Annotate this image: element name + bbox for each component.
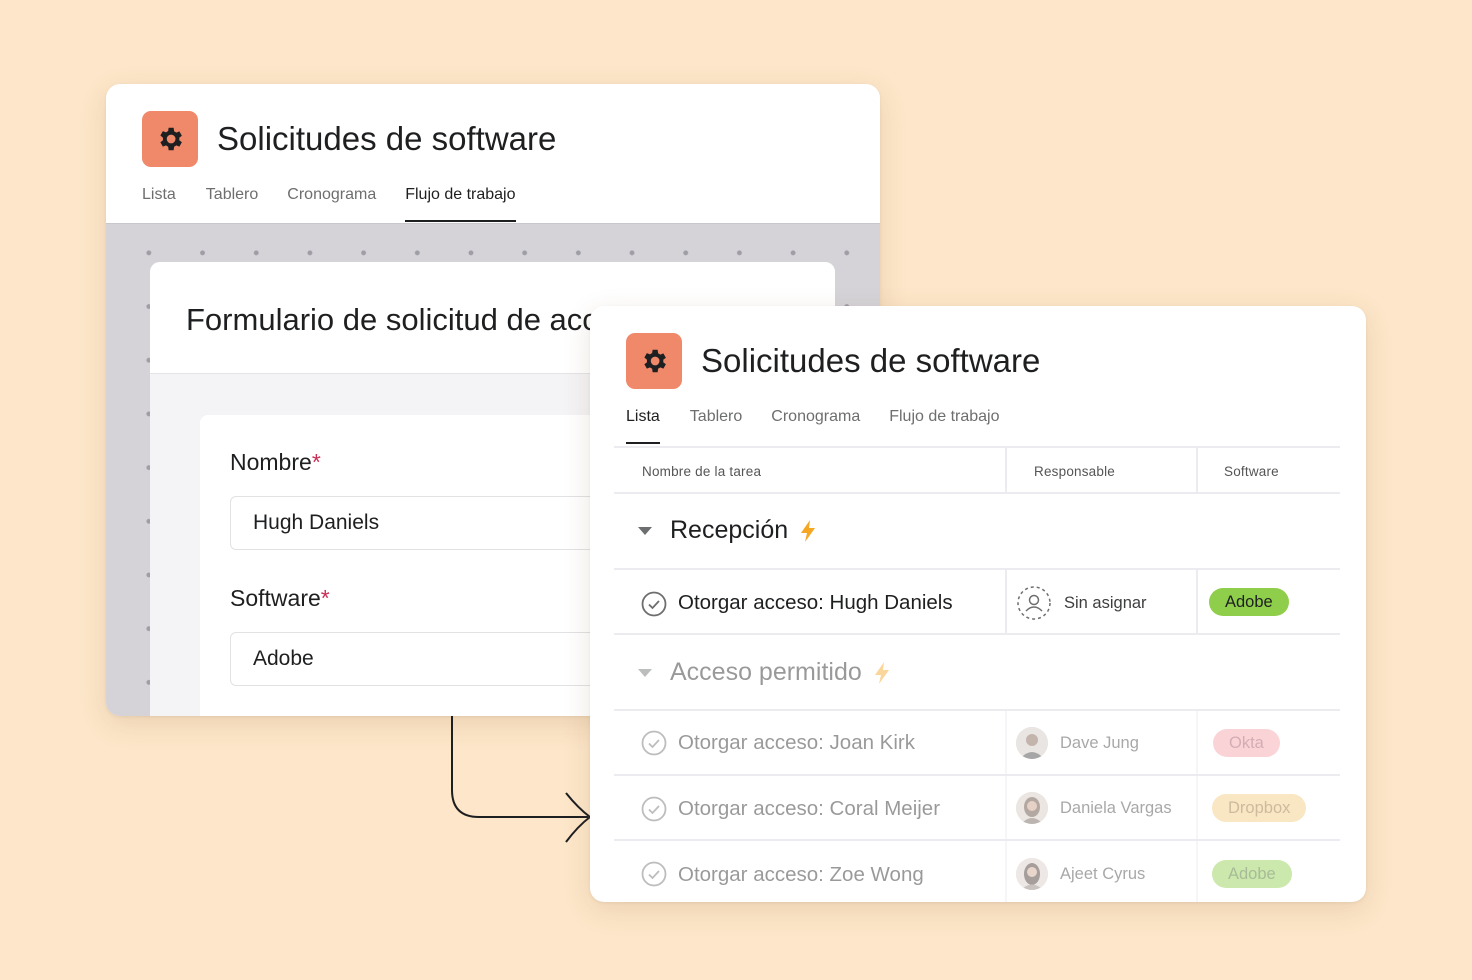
- row-divider: [614, 568, 1340, 570]
- chevron-down-icon[interactable]: [638, 526, 652, 535]
- software-tag[interactable]: Okta: [1213, 729, 1280, 757]
- assignee-name: Dave Jung: [1060, 733, 1139, 752]
- field-label-text: Nombre: [230, 449, 312, 475]
- column-divider: [1196, 570, 1198, 634]
- tab-tablero[interactable]: Tablero: [690, 408, 742, 444]
- avatar: [1016, 727, 1048, 759]
- avatar: [1016, 792, 1048, 824]
- check-circle-icon[interactable]: [641, 861, 667, 887]
- assignee-name: Sin asignar: [1064, 593, 1147, 612]
- software-tag[interactable]: Dropbox: [1212, 794, 1307, 822]
- section-header[interactable]: Recepción: [638, 516, 818, 545]
- column-divider: [1196, 776, 1198, 840]
- task-name[interactable]: Otorgar acceso: Zoe Wong: [678, 863, 924, 887]
- tab-lista[interactable]: Lista: [626, 408, 660, 444]
- assignee-cell[interactable]: Daniela Vargas: [1016, 792, 1172, 824]
- assignee-name: Daniela Vargas: [1060, 798, 1172, 817]
- required-mark: *: [320, 585, 330, 611]
- row-divider: [614, 709, 1340, 711]
- software-tag[interactable]: Adobe: [1209, 588, 1289, 616]
- software-tag[interactable]: Adobe: [1212, 860, 1292, 888]
- lightning-icon: [801, 519, 816, 542]
- table-header: Nombre de la tarea Responsable Software: [614, 446, 1340, 494]
- column-divider: [1005, 711, 1007, 775]
- check-circle-icon[interactable]: [641, 796, 667, 822]
- tab-cronograma[interactable]: Cronograma: [771, 408, 860, 444]
- tab-lista[interactable]: Lista: [142, 186, 176, 222]
- column-divider: [1005, 776, 1007, 840]
- tab-cronograma[interactable]: Cronograma: [287, 186, 376, 222]
- column-divider: [1005, 841, 1007, 902]
- project-title: Solicitudes de software: [701, 342, 1041, 379]
- section-title: Acceso permitido: [670, 658, 862, 686]
- task-name[interactable]: Otorgar acceso: Joan Kirk: [678, 731, 915, 755]
- avatar: [1016, 858, 1048, 890]
- required-mark: *: [311, 449, 321, 475]
- user-placeholder-icon: [1017, 586, 1051, 620]
- task-name[interactable]: Otorgar acceso: Coral Meijer: [678, 797, 940, 821]
- form-title: Formulario de solicitud de acceso: [186, 302, 648, 337]
- column-divider: [1005, 570, 1007, 634]
- chevron-down-icon[interactable]: [638, 668, 652, 677]
- gear-icon: [626, 333, 682, 389]
- project-tabs: Lista Tablero Cronograma Flujo de trabaj…: [142, 186, 516, 222]
- row-divider: [614, 774, 1340, 776]
- lightning-icon: [874, 661, 889, 684]
- field-label-text: Software: [230, 585, 321, 611]
- assignee-cell[interactable]: Sin asignar: [1016, 585, 1147, 621]
- project-title: Solicitudes de software: [217, 120, 557, 157]
- column-divider: [1005, 448, 1007, 494]
- field-label-nombre: Nombre*: [230, 449, 321, 476]
- gear-icon: [142, 111, 198, 167]
- column-header-assignee[interactable]: Responsable: [1034, 448, 1115, 494]
- field-label-software: Software*: [230, 585, 330, 612]
- column-divider: [1196, 711, 1198, 775]
- check-circle-icon[interactable]: [641, 730, 667, 756]
- section-title: Recepción: [670, 516, 789, 544]
- assignee-cell[interactable]: Dave Jung: [1016, 727, 1139, 759]
- section-header[interactable]: Acceso permitido: [638, 658, 892, 687]
- column-divider: [1196, 448, 1198, 494]
- row-divider: [614, 839, 1340, 841]
- column-divider: [1196, 841, 1198, 902]
- column-header-task[interactable]: Nombre de la tarea: [642, 448, 761, 494]
- check-circle-icon[interactable]: [641, 591, 667, 617]
- tab-flujo-de-trabajo[interactable]: Flujo de trabajo: [889, 408, 999, 444]
- assignee-name: Ajeet Cyrus: [1060, 864, 1146, 883]
- project-tabs: Lista Tablero Cronograma Flujo de trabaj…: [626, 408, 1000, 444]
- assignee-cell[interactable]: Ajeet Cyrus: [1016, 858, 1145, 890]
- task-name[interactable]: Otorgar acceso: Hugh Daniels: [678, 591, 953, 615]
- row-divider: [614, 633, 1340, 635]
- column-header-software[interactable]: Software: [1224, 448, 1279, 494]
- tab-flujo-de-trabajo[interactable]: Flujo de trabajo: [405, 186, 516, 222]
- tab-tablero[interactable]: Tablero: [206, 186, 258, 222]
- list-project-window: Solicitudes de software Lista Tablero Cr…: [590, 306, 1366, 902]
